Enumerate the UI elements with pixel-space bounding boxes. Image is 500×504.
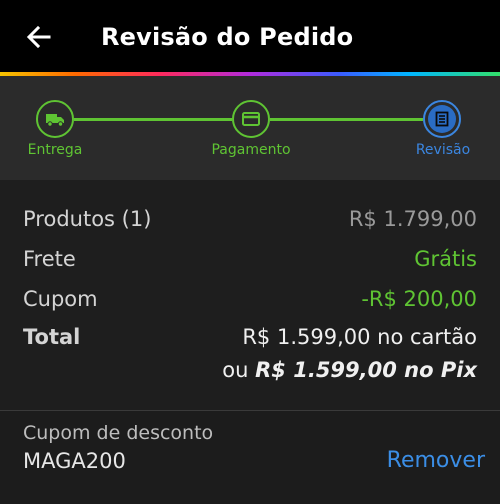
- step-label-revisao: Revisão: [415, 142, 471, 158]
- arrow-left-icon: [26, 25, 51, 49]
- total-pix-prefix: ou: [222, 358, 249, 382]
- coupon-label: Cupom de desconto: [23, 422, 214, 444]
- step-label-pagamento: Pagamento: [211, 142, 291, 158]
- products-value: R$ 1.799,00: [348, 207, 477, 231]
- total-card-value: R$ 1.599,00 no cartão: [242, 325, 477, 349]
- coupon-code: MAGA200: [23, 449, 126, 473]
- remove-coupon-button[interactable]: Remover: [387, 448, 485, 473]
- step-pagamento[interactable]: [232, 100, 270, 138]
- step-revisao[interactable]: [423, 100, 461, 138]
- back-button[interactable]: [24, 22, 54, 52]
- coupon-discount-value: -R$ 200,00: [361, 287, 477, 311]
- total-pix-value: R$ 1.599,00 no Pix: [255, 358, 477, 382]
- credit-card-icon: [242, 112, 260, 126]
- total-label: Total: [23, 325, 81, 349]
- document-icon: [435, 111, 449, 127]
- step-connector: [74, 118, 232, 121]
- step-entrega[interactable]: [36, 100, 74, 138]
- shipping-label: Frete: [23, 247, 76, 271]
- checkout-stepper: Entrega Pagamento Revisão: [0, 76, 500, 180]
- products-label: Produtos (1): [23, 207, 152, 231]
- summary-row-products: Produtos (1) R$ 1.799,00: [23, 205, 477, 233]
- shipping-value: Grátis: [414, 247, 477, 271]
- step-label-entrega: Entrega: [27, 142, 83, 158]
- step-revisao-inner: [428, 105, 456, 133]
- summary-row-coupon: Cupom -R$ 200,00: [23, 285, 477, 313]
- coupon-section: Cupom de desconto MAGA200 Remover: [0, 411, 500, 504]
- app-header: Revisão do Pedido: [0, 0, 500, 72]
- summary-row-shipping: Frete Grátis: [23, 245, 477, 273]
- coupon-discount-label: Cupom: [23, 287, 98, 311]
- step-connector: [270, 118, 423, 121]
- page-title: Revisão do Pedido: [101, 23, 354, 51]
- truck-icon: [46, 114, 64, 127]
- total-pix-line: ou R$ 1.599,00 no Pix: [222, 358, 477, 382]
